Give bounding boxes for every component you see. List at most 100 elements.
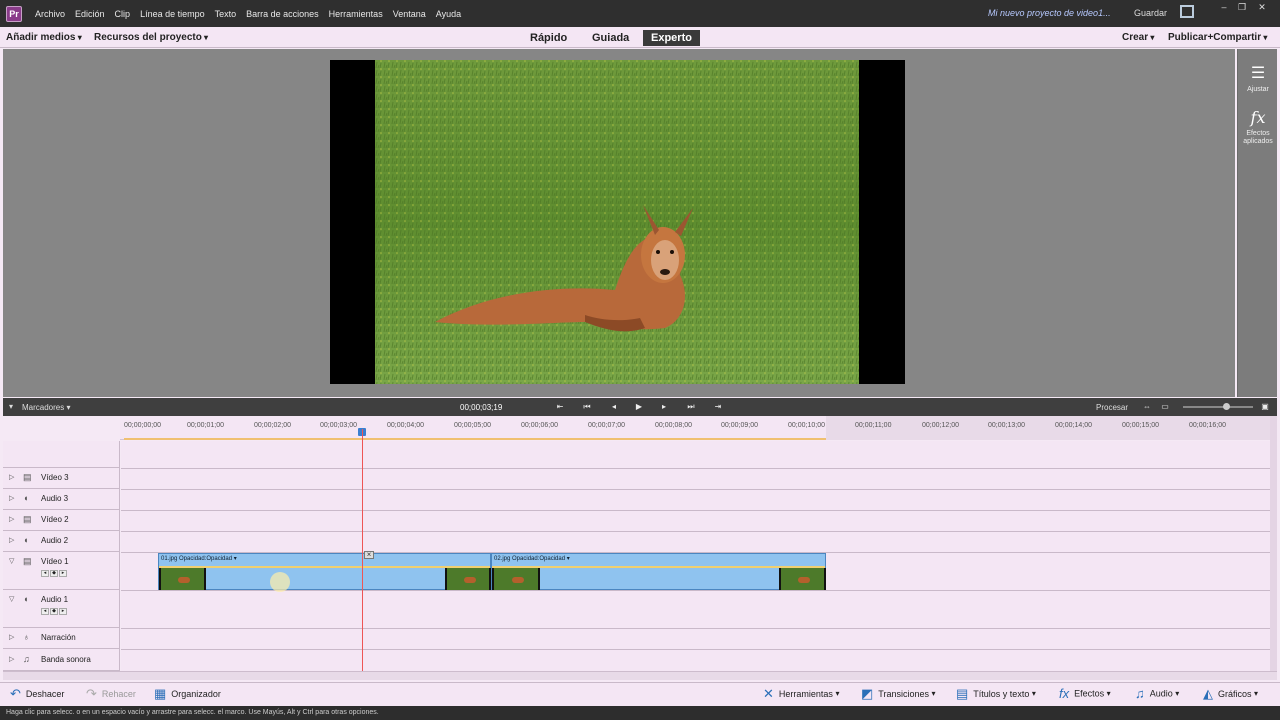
opacity-line[interactable] bbox=[159, 566, 490, 568]
clip-02[interactable]: 02.jpg Opacidad:Opacidad ▾ bbox=[491, 553, 826, 590]
track-header-narration[interactable]: ▷ ♁ Narración bbox=[3, 628, 120, 649]
add-keyframe-icon[interactable]: ◆ bbox=[50, 570, 58, 577]
render-button[interactable]: Procesar bbox=[1096, 403, 1128, 412]
restore-icon[interactable]: ❐ bbox=[1236, 2, 1248, 12]
clip-thumbnail bbox=[159, 568, 206, 590]
add-media-button[interactable]: Añadir medios bbox=[6, 32, 82, 43]
film-icon: ▤ bbox=[23, 472, 32, 482]
speaker-icon: ◖ bbox=[23, 493, 29, 503]
tools-button[interactable]: ✕ Herramientas bbox=[763, 686, 839, 702]
track-header-audio-3[interactable]: ▷ ◖ Audio 3 bbox=[3, 489, 120, 510]
step-back-icon[interactable]: ◂ bbox=[608, 402, 620, 412]
transition-marker-icon[interactable]: ⨯ bbox=[364, 551, 374, 559]
horizontal-scrollbar[interactable] bbox=[3, 671, 1277, 680]
kangaroo-photo bbox=[375, 60, 859, 384]
mode-experto-tab[interactable]: Experto bbox=[643, 30, 700, 46]
undo-button[interactable]: ↶ Deshacer bbox=[10, 686, 64, 702]
transitions-button[interactable]: ◩ Transiciones bbox=[861, 686, 936, 702]
zoom-in-icon[interactable]: ▣ bbox=[1259, 402, 1271, 412]
track-header-soundtrack[interactable]: ▷ ♫ Banda sonora bbox=[3, 649, 120, 671]
menu-linea-de-tiempo[interactable]: Línea de tiempo bbox=[135, 9, 210, 19]
add-keyframe-icon[interactable]: ◆ bbox=[50, 608, 58, 615]
effects-button[interactable]: fx Efectos bbox=[1059, 686, 1111, 701]
mode-guiada-tab[interactable]: Guiada bbox=[584, 30, 637, 46]
adjust-button[interactable]: ☰ Ajustar bbox=[1238, 65, 1278, 94]
transitions-label: Transiciones bbox=[878, 689, 929, 699]
playhead-line[interactable] bbox=[362, 429, 363, 671]
menu-texto[interactable]: Texto bbox=[210, 9, 242, 19]
menu-edicion[interactable]: Edición bbox=[70, 9, 110, 19]
track-headers: ▷ ▤ Vídeo 3 ▷ ◖ Audio 3 ▷ ▤ Vídeo 2 ▷ ◖ … bbox=[3, 441, 120, 671]
track-header-video-2[interactable]: ▷ ▤ Vídeo 2 bbox=[3, 510, 120, 531]
menu-archivo[interactable]: Archivo bbox=[30, 9, 70, 19]
next-keyframe-icon[interactable]: ▸ bbox=[59, 608, 67, 615]
mode-rapido-tab[interactable]: Rápido bbox=[522, 30, 575, 46]
ruler-tick: 00;00;05;00 bbox=[454, 422, 491, 429]
zoom-slider-knob[interactable] bbox=[1223, 403, 1230, 410]
track-header-video-3[interactable]: ▷ ▤ Vídeo 3 bbox=[3, 468, 120, 489]
speaker-icon: ◖ bbox=[23, 535, 29, 545]
go-to-start-icon[interactable]: ⇤ bbox=[554, 402, 566, 412]
close-icon[interactable]: ✕ bbox=[1256, 2, 1268, 12]
tools-icon: ✕ bbox=[763, 686, 774, 701]
previous-edit-icon[interactable]: ⏮ bbox=[581, 402, 593, 412]
fit-timeline-icon[interactable]: ⇔ bbox=[1141, 402, 1153, 412]
expand-icon[interactable]: ▷ bbox=[9, 473, 14, 481]
organizer-button[interactable]: ▦ Organizador bbox=[154, 686, 221, 702]
zoom-slider[interactable] bbox=[1183, 403, 1253, 410]
track-divider bbox=[121, 531, 1270, 532]
prev-keyframe-icon[interactable]: ◂ bbox=[41, 608, 49, 615]
opacity-line[interactable] bbox=[492, 566, 825, 568]
go-to-end-icon[interactable]: ⇥ bbox=[712, 402, 724, 412]
track-header-audio-1[interactable]: ▽ ◖ Audio 1 ◂ ◆ ▸ bbox=[3, 590, 120, 628]
markers-collapse-icon[interactable]: ▾ bbox=[9, 402, 13, 411]
track-header-video-1[interactable]: ▽ ▤ Vídeo 1 ◂ ◆ ▸ bbox=[3, 552, 120, 590]
transitions-icon: ◩ bbox=[861, 686, 874, 701]
render-status-bar bbox=[124, 438, 826, 440]
expand-icon[interactable]: ▷ bbox=[9, 633, 14, 641]
vertical-scrollbar[interactable] bbox=[1270, 416, 1277, 671]
expand-icon[interactable]: ▷ bbox=[9, 494, 14, 502]
menu-barra-de-acciones[interactable]: Barra de acciones bbox=[241, 9, 324, 19]
play-icon[interactable]: ▶ bbox=[633, 402, 645, 412]
expand-icon[interactable]: ▷ bbox=[9, 536, 14, 544]
menu-ventana[interactable]: Ventana bbox=[388, 9, 431, 19]
applied-effects-label: Efectos aplicados bbox=[1243, 130, 1273, 145]
expand-icon[interactable]: ▷ bbox=[9, 515, 14, 523]
step-forward-icon[interactable]: ▸ bbox=[658, 402, 670, 412]
collapse-icon[interactable]: ▽ bbox=[9, 595, 14, 603]
track-area[interactable]: 01.jpg Opacidad:Opacidad ▾ 02.jpg Opacid… bbox=[121, 441, 1270, 671]
time-ruler[interactable]: 00;00;00;00 00;00;01;00 00;00;02;00 00;0… bbox=[120, 416, 1270, 440]
ruler-tick: 00;00;09;00 bbox=[721, 422, 758, 429]
create-button[interactable]: Crear bbox=[1122, 32, 1154, 43]
publish-share-button[interactable]: Publicar+Compartir bbox=[1168, 32, 1267, 43]
track-header-audio-2[interactable]: ▷ ◖ Audio 2 bbox=[3, 531, 120, 552]
markers-dropdown[interactable]: Marcadores bbox=[22, 403, 71, 412]
graphics-button[interactable]: ◭ Gráficos bbox=[1203, 686, 1258, 702]
timecode[interactable]: 00;00;03;19 bbox=[460, 403, 502, 412]
minimize-icon[interactable]: – bbox=[1218, 2, 1230, 12]
next-edit-icon[interactable]: ⏭ bbox=[685, 402, 697, 412]
fullscreen-icon[interactable] bbox=[1180, 5, 1194, 18]
clip-label: 02.jpg Opacidad:Opacidad ▾ bbox=[494, 556, 570, 562]
next-keyframe-icon[interactable]: ▸ bbox=[59, 570, 67, 577]
expand-icon[interactable]: ▷ bbox=[9, 655, 14, 663]
audio-button[interactable]: ♫ Audio bbox=[1135, 686, 1179, 701]
track-name: Narración bbox=[41, 633, 76, 642]
titles-button[interactable]: ▤ Títulos y texto bbox=[956, 686, 1036, 702]
collapse-icon[interactable]: ▽ bbox=[9, 557, 14, 565]
clip-01[interactable]: 01.jpg Opacidad:Opacidad ▾ bbox=[158, 553, 491, 590]
clip-thumbnail bbox=[779, 568, 826, 590]
save-button[interactable]: Guardar bbox=[1134, 8, 1167, 18]
menu-ayuda[interactable]: Ayuda bbox=[431, 9, 466, 19]
zoom-out-icon[interactable]: ▭ bbox=[1159, 402, 1171, 412]
project-assets-button[interactable]: Recursos del proyecto bbox=[94, 32, 208, 43]
clip-thumbnail bbox=[492, 568, 540, 590]
applied-effects-button[interactable]: fx Efectos aplicados bbox=[1238, 109, 1278, 146]
undo-icon: ↶ bbox=[10, 686, 21, 701]
menu-herramientas[interactable]: Herramientas bbox=[324, 9, 388, 19]
redo-button[interactable]: ↷ Rehacer bbox=[86, 686, 136, 702]
prev-keyframe-icon[interactable]: ◂ bbox=[41, 570, 49, 577]
menu-bar: Pr Archivo Edición Clip Línea de tiempo … bbox=[0, 0, 1280, 27]
menu-clip[interactable]: Clip bbox=[110, 9, 136, 19]
